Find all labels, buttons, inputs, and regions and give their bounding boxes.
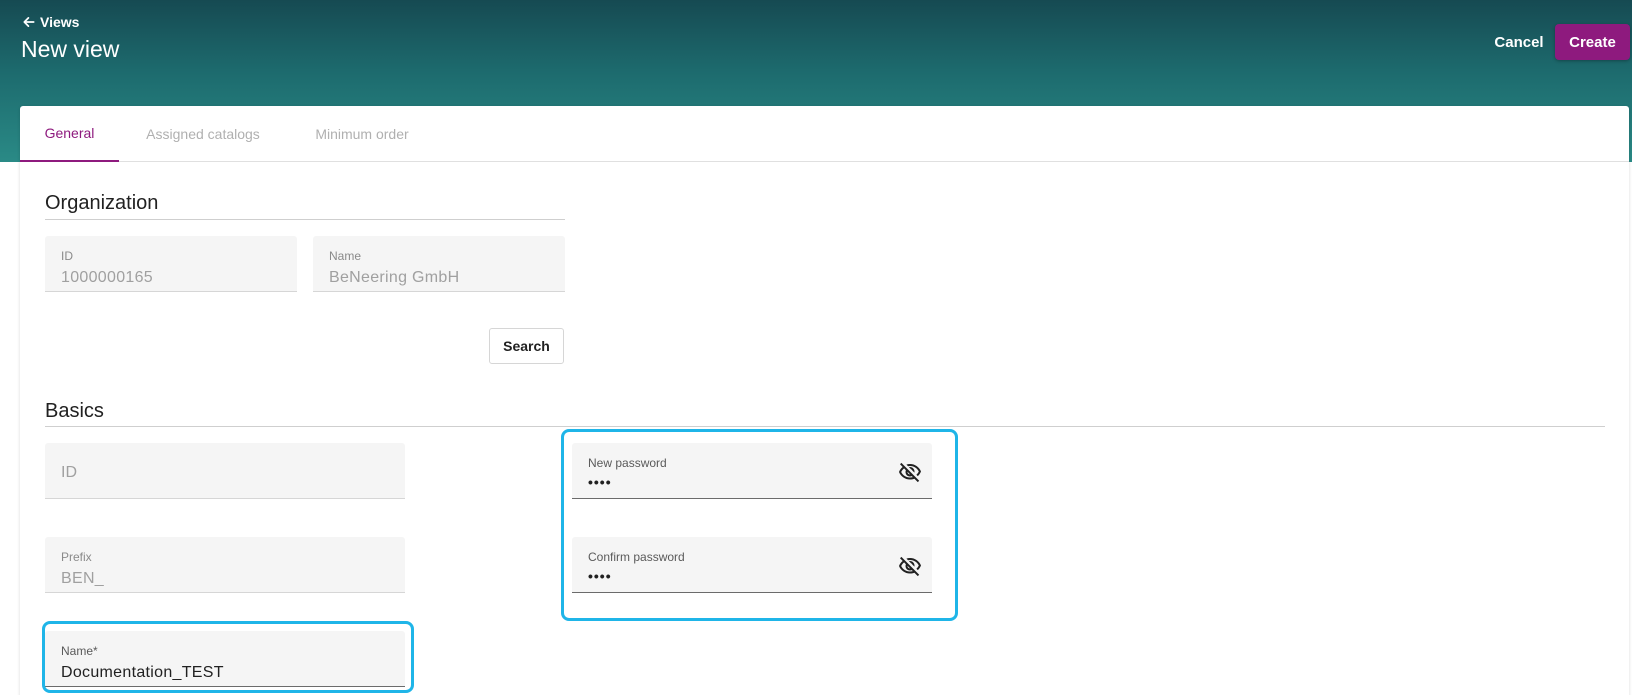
search-button[interactable]: Search [489, 328, 564, 364]
organization-id-value: 1000000165 [61, 269, 153, 286]
prefix-value: BEN_ [61, 570, 104, 587]
create-button[interactable]: Create [1555, 24, 1630, 60]
organization-id-label: ID [61, 249, 73, 263]
back-link-label: Views [40, 14, 80, 30]
page-title: New view [21, 36, 120, 62]
cancel-button[interactable]: Cancel [1484, 24, 1554, 60]
name-highlight-box [42, 621, 414, 693]
organization-name-value: BeNeering GmbH [329, 269, 460, 286]
back-to-views-link[interactable]: Views [22, 14, 79, 30]
basics-id-placeholder: ID [61, 464, 77, 481]
tab-assigned-catalogs[interactable]: Assigned catalogs [119, 106, 287, 162]
tab-general[interactable]: General [20, 106, 119, 162]
tab-bar: General Assigned catalogs Minimum order [20, 106, 1629, 162]
organization-id-field: ID 1000000165 [45, 236, 297, 292]
organization-divider [45, 219, 565, 220]
basics-section-title: Basics [45, 400, 104, 422]
password-highlight-box [561, 429, 958, 621]
organization-name-label: Name [329, 249, 362, 263]
organization-section-title: Organization [45, 192, 159, 214]
basics-divider [45, 426, 1605, 427]
prefix-label: Prefix [61, 550, 92, 564]
organization-name-field: Name BeNeering GmbH [313, 236, 565, 292]
basics-id-field: ID [45, 443, 405, 499]
arrow-left-icon [23, 17, 35, 27]
prefix-field: Prefix BEN_ [45, 537, 405, 593]
tab-minimum-order[interactable]: Minimum order [287, 106, 437, 162]
